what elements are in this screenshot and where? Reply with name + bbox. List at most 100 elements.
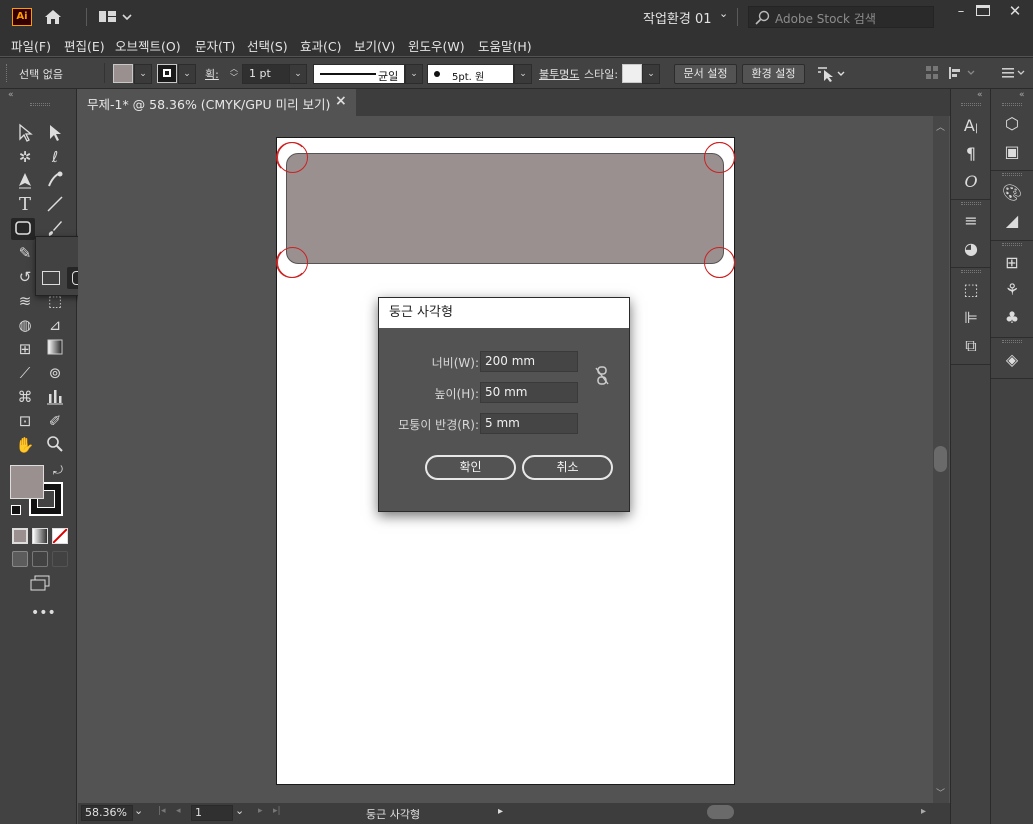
menu-edit[interactable]: 편집(E) xyxy=(64,36,105,55)
collapse-dock-icon[interactable]: « xyxy=(977,90,983,100)
shape-builder-tool-icon[interactable]: ◍ xyxy=(13,314,37,336)
properties-panel-icon[interactable]: ▣ xyxy=(1000,141,1024,163)
color-guide-panel-icon[interactable]: ◢ xyxy=(1000,210,1024,232)
character-panel-icon[interactable]: A| xyxy=(959,115,983,137)
artboard-number-field[interactable]: 1 xyxy=(191,805,233,821)
brush-definition[interactable]: 5pt. 원 xyxy=(427,64,514,84)
column-graph-tool-icon[interactable] xyxy=(43,386,67,408)
scroll-thumb[interactable] xyxy=(707,805,734,819)
zoom-tool-icon[interactable] xyxy=(43,434,67,456)
selection-tool-icon[interactable] xyxy=(13,122,37,144)
pathfinder-panel-icon[interactable]: ⧉ xyxy=(959,335,983,357)
document-setup-button[interactable]: 문서 설정 xyxy=(674,64,737,84)
zoom-field[interactable]: 58.36% xyxy=(81,805,133,821)
zoom-dropdown-icon[interactable]: ⌄ xyxy=(134,804,143,817)
vertical-scrollbar[interactable]: ︿ ﹀ xyxy=(933,116,949,803)
fill-color-box[interactable] xyxy=(10,465,44,499)
stock-search-input[interactable]: Adobe Stock 검색 xyxy=(748,6,934,28)
collapse-panel-icon[interactable]: « xyxy=(8,90,14,100)
artboard-tool-icon[interactable]: ⊡ xyxy=(13,410,37,432)
opacity-label[interactable]: 불투명도 xyxy=(539,66,579,82)
home-icon[interactable] xyxy=(42,6,64,28)
mesh-tool-icon[interactable]: ⊞ xyxy=(13,338,37,360)
type-tool-icon[interactable]: T xyxy=(13,194,37,216)
brushes-panel-icon[interactable]: ⚘ xyxy=(1000,279,1024,301)
menu-type[interactable]: 문자(T) xyxy=(195,36,235,55)
workspace-switcher[interactable]: 작업환경 01 ⌄ xyxy=(643,7,733,27)
draw-normal-icon[interactable] xyxy=(12,551,28,567)
scroll-right-icon[interactable]: ▸ xyxy=(921,806,926,817)
pen-tool-icon[interactable] xyxy=(13,170,37,192)
warp-tool-icon[interactable]: ≋ xyxy=(13,290,37,312)
stroke-weight-stepper[interactable]: ︿ ﹀ xyxy=(226,64,242,84)
menu-view[interactable]: 보기(V) xyxy=(354,36,395,55)
ok-button[interactable]: 확인 xyxy=(425,455,516,480)
color-panel-icon[interactable]: 🎨︎ xyxy=(1000,182,1024,204)
close-tab-icon[interactable]: × xyxy=(335,93,347,109)
blend-tool-icon[interactable]: ⊚ xyxy=(43,362,67,384)
symbols-panel-icon[interactable]: ♣ xyxy=(1000,307,1024,329)
transparency-panel-icon[interactable]: ◕ xyxy=(959,238,983,260)
collapse-dock-icon[interactable]: « xyxy=(1019,90,1025,100)
gradient-tool-icon[interactable] xyxy=(43,338,67,360)
hand-tool-icon[interactable]: ✋ xyxy=(13,434,37,456)
panel-menu-icon[interactable] xyxy=(1000,65,1028,81)
eyedropper-tool-icon[interactable]: ⟋ xyxy=(13,362,37,384)
paragraph-panel-icon[interactable]: ¶ xyxy=(959,143,983,165)
stroke-panel-icon[interactable]: ≡ xyxy=(959,210,983,232)
select-similar-icon[interactable] xyxy=(815,64,847,84)
status-menu-icon[interactable]: ▸ xyxy=(498,806,503,817)
gradient-mode-icon[interactable] xyxy=(32,528,48,544)
rounded-rectangle-tool-icon[interactable] xyxy=(11,218,35,240)
close-window-button[interactable]: ✕ xyxy=(1005,2,1025,20)
brush-dropdown[interactable]: ⌄ xyxy=(514,64,532,84)
stroke-dropdown[interactable]: ⌄ xyxy=(178,64,196,84)
swatches-panel-icon[interactable]: ⊞ xyxy=(1000,252,1024,274)
perspective-grid-tool-icon[interactable]: ⊿ xyxy=(43,314,67,336)
edit-toolbar-icon[interactable]: ••• xyxy=(31,605,56,621)
slice-tool-icon[interactable]: ✐ xyxy=(43,410,67,432)
rotate-tool-icon[interactable]: ↺ xyxy=(13,266,37,288)
draw-behind-icon[interactable] xyxy=(32,551,48,567)
symbol-sprayer-tool-icon[interactable]: ⌘ xyxy=(13,386,37,408)
curvature-tool-icon[interactable] xyxy=(43,170,67,192)
layers-panel-icon[interactable]: ◈ xyxy=(1000,349,1024,371)
scroll-thumb[interactable] xyxy=(934,446,947,472)
color-mode-icon[interactable] xyxy=(12,528,28,544)
scroll-up-icon[interactable]: ︿ xyxy=(936,120,945,133)
corner-radius-field[interactable]: 5 mm xyxy=(480,413,578,434)
variable-width-profile[interactable]: 균일 xyxy=(313,64,405,84)
scroll-down-icon[interactable]: ﹀ xyxy=(936,786,945,799)
lasso-tool-icon[interactable]: ℓ xyxy=(43,146,67,168)
draw-inside-icon[interactable] xyxy=(52,551,68,567)
transform-panel-icon[interactable]: ⬚ xyxy=(959,279,983,301)
align-icon[interactable] xyxy=(948,65,978,81)
profile-dropdown[interactable]: ⌄ xyxy=(405,64,423,84)
opentype-panel-icon[interactable]: O xyxy=(959,171,983,193)
none-mode-icon[interactable] xyxy=(52,528,68,544)
preferences-button[interactable]: 환경 설정 xyxy=(742,64,805,84)
rectangle-tool-icon[interactable] xyxy=(42,271,60,285)
stroke-weight-input[interactable]: 1 pt xyxy=(242,64,290,84)
menu-help[interactable]: 도움말(H) xyxy=(478,36,532,55)
menu-effect[interactable]: 효과(C) xyxy=(300,36,341,55)
line-segment-tool-icon[interactable] xyxy=(43,194,67,216)
stroke-weight-dropdown[interactable]: ⌄ xyxy=(289,64,307,84)
align-panel-icon[interactable]: ⊫ xyxy=(959,307,983,329)
height-field[interactable]: 50 mm xyxy=(480,382,578,403)
cancel-button[interactable]: 취소 xyxy=(522,455,613,480)
shaper-tool-icon[interactable]: ✎ xyxy=(13,242,37,264)
unlink-proportions-icon[interactable] xyxy=(593,365,611,387)
magic-wand-tool-icon[interactable]: ✲ xyxy=(13,146,37,168)
swap-colors-icon[interactable]: ⤾ xyxy=(53,463,63,478)
fill-dropdown[interactable]: ⌄ xyxy=(134,64,152,84)
default-colors-icon[interactable] xyxy=(11,505,21,515)
width-field[interactable]: 200 mm xyxy=(480,351,578,372)
minimize-button[interactable]: – xyxy=(951,4,971,20)
menu-select[interactable]: 선택(S) xyxy=(247,36,288,55)
document-tab[interactable]: 무제-1* @ 58.36% (CMYK/GPU 미리 보기) × xyxy=(78,89,356,116)
maximize-button[interactable] xyxy=(976,5,990,16)
menu-object[interactable]: 오브젝트(O) xyxy=(115,36,181,55)
rounded-rectangle-shape[interactable] xyxy=(286,153,724,264)
screen-mode-icon[interactable] xyxy=(29,575,51,591)
